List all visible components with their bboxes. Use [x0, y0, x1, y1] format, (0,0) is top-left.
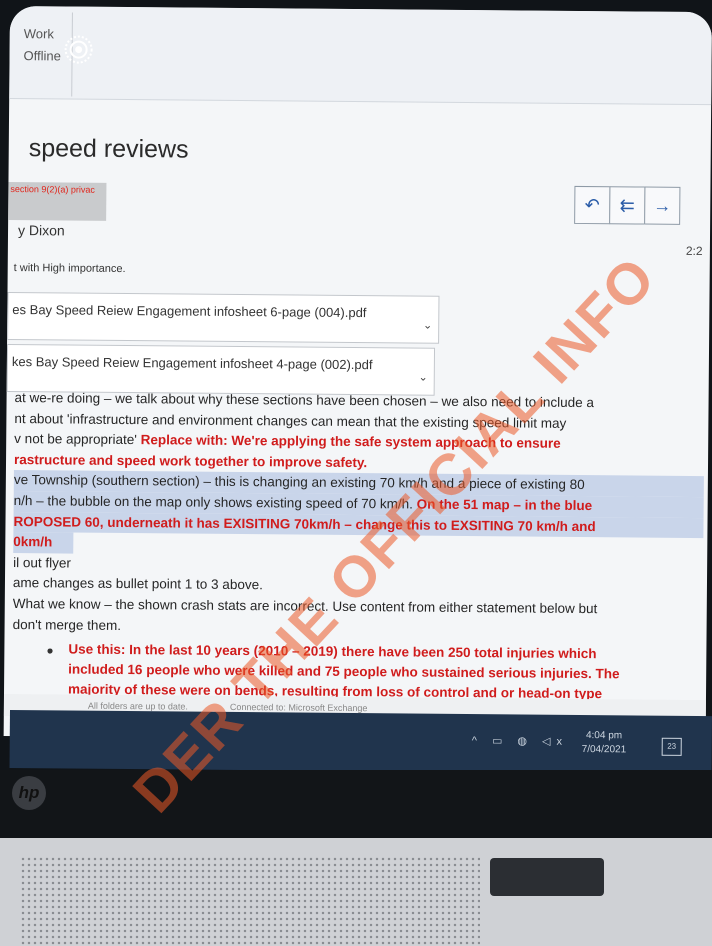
- ribbon-label-work: Work: [23, 26, 54, 42]
- taskbar-clock[interactable]: 4:04 pm 7/04/2021: [582, 729, 627, 757]
- bullet-icon: ●: [46, 643, 54, 658]
- email-subject: speed reviews: [28, 134, 189, 164]
- clock-time: 4:04 pm: [585, 730, 623, 742]
- notification-icon[interactable]: 23: [661, 737, 682, 756]
- sender-name: y Dixon: [17, 222, 65, 239]
- ribbon: Work Offline: [9, 6, 712, 106]
- forward-button[interactable]: →: [644, 186, 681, 225]
- redaction-box: section 9(2)(a) privac: [8, 181, 107, 221]
- clock-date: 7/04/2021: [581, 743, 627, 756]
- hp-logo: hp: [12, 776, 46, 810]
- ribbon-label-offline: Offline: [23, 48, 61, 64]
- photo-frame: Work Offline speed reviews section 9(2)(…: [0, 0, 712, 946]
- body-emphasis: 0km/h: [13, 532, 74, 554]
- attachment-1[interactable]: es Bay Speed Reiew Engagement infosheet …: [7, 291, 440, 344]
- body-text: v not be appropriate': [14, 431, 141, 448]
- outlook-window: Work Offline speed reviews section 9(2)(…: [3, 6, 712, 743]
- taskbar: ^ ▭ ◍ ◁x 4:04 pm 7/04/2021 23: [9, 710, 712, 775]
- offline-target-icon[interactable]: [63, 34, 93, 64]
- chevron-down-icon[interactable]: ⌄: [423, 319, 432, 332]
- attachment-2-name: kes Bay Speed Reiew Engagement infosheet…: [11, 354, 373, 373]
- laptop-bezel: [0, 770, 712, 830]
- importance-notice: t with High importance.: [13, 262, 126, 276]
- reply-button[interactable]: ↶: [574, 185, 611, 225]
- deck-key: [490, 858, 604, 896]
- message-actions: ↶ ⇇ →: [574, 185, 681, 225]
- received-time: 2:2: [685, 243, 703, 259]
- chevron-down-icon[interactable]: ⌄: [419, 371, 428, 384]
- body-text: n/h – the bubble on the map only shows e…: [13, 493, 417, 512]
- system-tray-icons[interactable]: ^ ▭ ◍ ◁x: [472, 734, 568, 748]
- redaction-note: section 9(2)(a) privac: [10, 184, 95, 195]
- attachment-1-name: es Bay Speed Reiew Engagement infosheet …: [12, 302, 367, 321]
- reply-all-button[interactable]: ⇇: [609, 186, 646, 225]
- speaker-grill: [20, 856, 480, 946]
